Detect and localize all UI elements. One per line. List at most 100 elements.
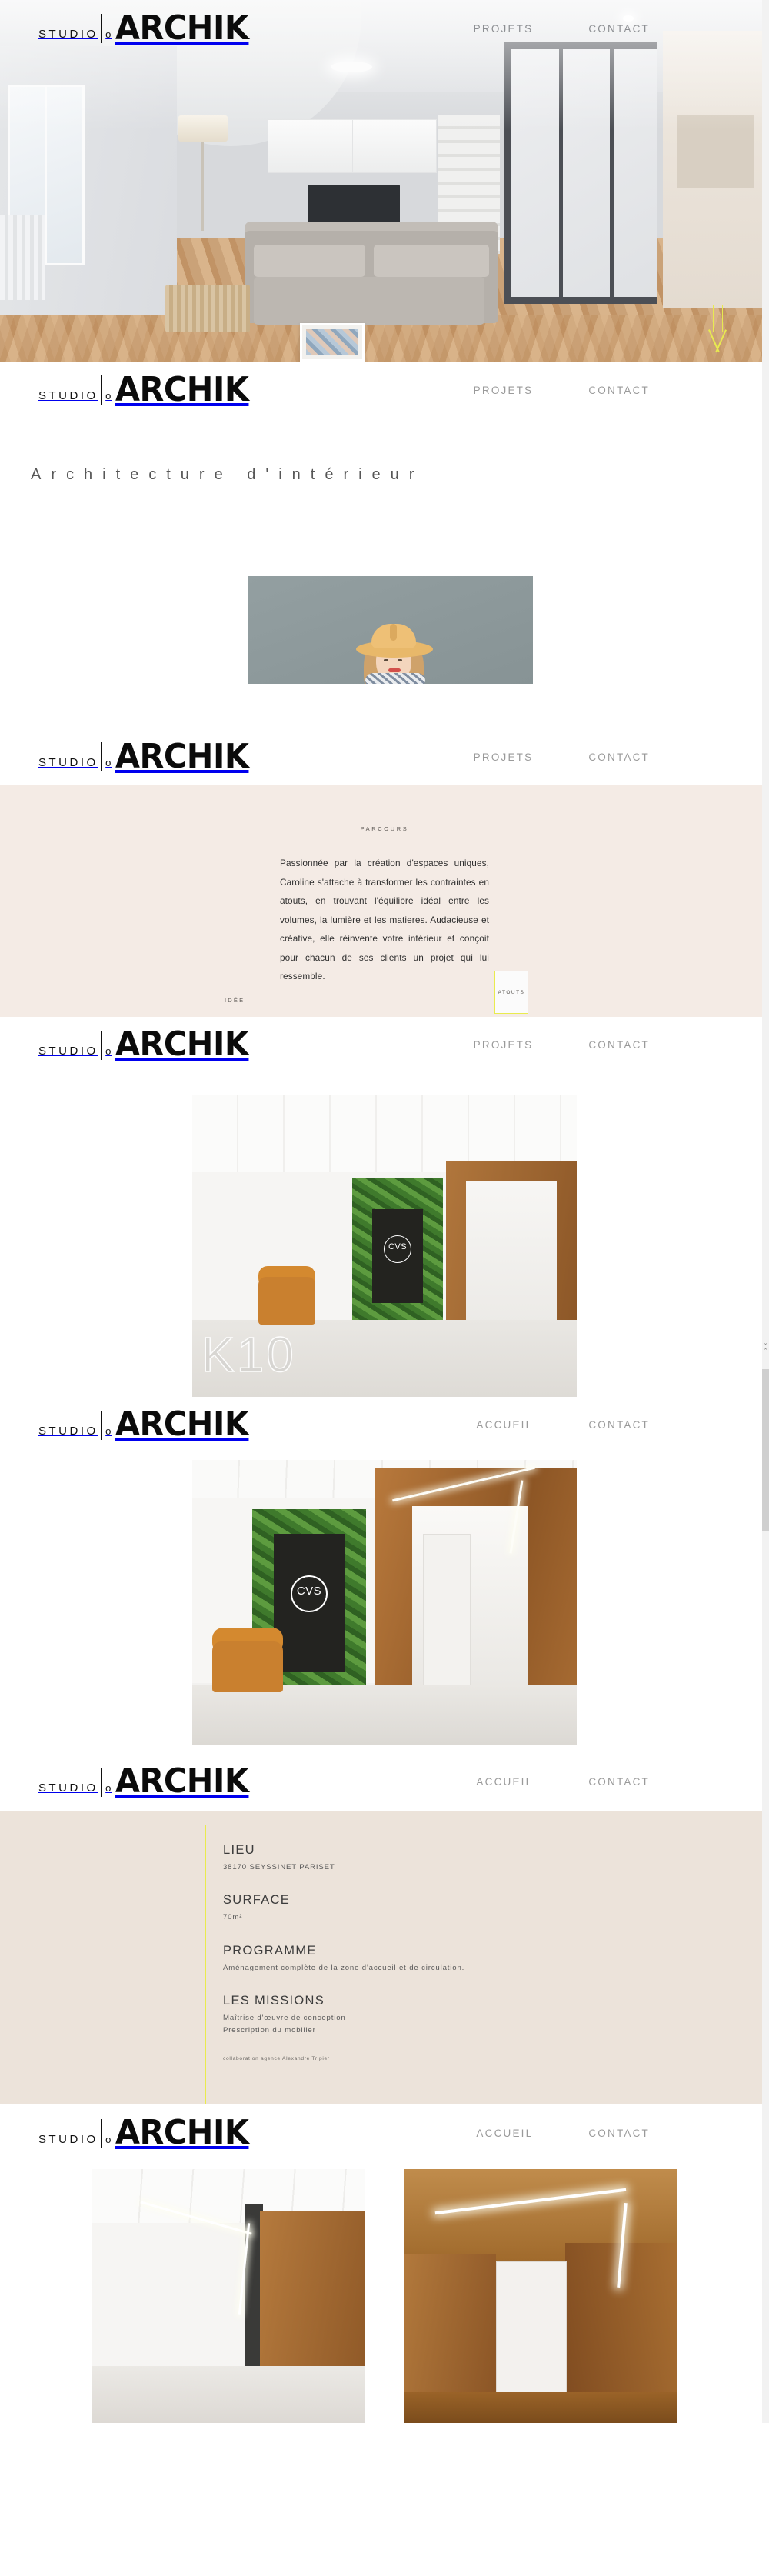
header-hero: STUDIO o ARCHIK PROJETS CONTACT	[0, 0, 769, 57]
logo-word-archik: ARCHIK	[115, 736, 249, 776]
project-photo-reception[interactable]: CVS	[192, 1459, 577, 1745]
about-paragraph: Passionnée par la création d'espaces uni…	[280, 858, 489, 982]
nav-link-accueil[interactable]: ACCUEIL	[476, 1776, 533, 1788]
nav-link-contact[interactable]: CONTACT	[588, 23, 650, 35]
logo-word-archik: ARCHIK	[115, 8, 249, 48]
logo-letter-o: o	[105, 2133, 112, 2145]
logo-divider-bar	[100, 742, 102, 772]
nav-link-contact[interactable]: CONTACT	[588, 2128, 650, 2139]
gallery-photo-corridor-left[interactable]	[92, 2169, 365, 2424]
project-gallery	[0, 2161, 769, 2424]
main-nav: PROJETS CONTACT	[474, 23, 738, 35]
logo-studio-archik[interactable]: STUDIO o ARCHIK	[31, 1761, 258, 1801]
scrollbar-down-arrow-icon[interactable]: ⌄	[762, 1340, 769, 1347]
cvs-logo-text: CVS	[388, 1241, 408, 1251]
nav-link-projets[interactable]: PROJETS	[474, 751, 534, 763]
detail-block-surface: SURFACE 70m²	[223, 1893, 769, 1924]
detail-block-programme: PROGRAMME Aménagement complète de la zon…	[223, 1944, 769, 1974]
detail-heading: LES MISSIONS	[223, 1994, 325, 2008]
logo-letter-o: o	[105, 28, 112, 41]
cvs-logo-text: CVS	[296, 1584, 322, 1598]
detail-block-missions: LES MISSIONS Maîtrise d'œuvre de concept…	[223, 1994, 769, 2036]
detail-value: Aménagement complète de la zone d'accuei…	[223, 1963, 465, 1972]
header-project-hero: STUDIO o ARCHIK PROJETS CONTACT	[0, 1016, 769, 1074]
detail-heading: LIEU	[223, 1842, 255, 1857]
main-nav: PROJETS CONTACT	[474, 751, 738, 763]
logo-letter-o: o	[105, 757, 112, 769]
detail-heading: SURFACE	[223, 1893, 291, 1908]
atouts-badge-label: ATOUTS	[498, 989, 525, 995]
nav-link-contact[interactable]: CONTACT	[588, 385, 650, 396]
logo-studio-archik[interactable]: STUDIO o ARCHIK	[31, 1405, 258, 1445]
header-about: STUDIO o ARCHIK PROJETS CONTACT	[0, 728, 769, 785]
logo-word-archik: ARCHIK	[115, 1761, 249, 1801]
portrait-section	[0, 576, 769, 728]
page-title-architecture: Architecture d'intérieur	[31, 466, 424, 483]
project-image-section: CVS	[0, 1453, 769, 1754]
hero-section: STUDIO o ARCHIK PROJETS CONTACT	[0, 0, 769, 362]
logo-word-archik: ARCHIK	[115, 1025, 249, 1065]
logo-divider-bar	[100, 1768, 102, 1798]
logo-divider-bar	[100, 14, 102, 44]
detail-heading: PROGRAMME	[223, 1943, 317, 1958]
header-gallery: STUDIO o ARCHIK ACCUEIL CONTACT	[0, 2104, 769, 2162]
nav-link-projets[interactable]: PROJETS	[474, 385, 534, 396]
accent-vertical-rule	[205, 1824, 207, 2121]
scrollbar-up-arrow-icon[interactable]: ⌃	[762, 1348, 769, 1355]
nav-link-contact[interactable]: CONTACT	[588, 1039, 650, 1051]
logo-studio-archik[interactable]: STUDIO o ARCHIK	[31, 8, 258, 48]
logo-word-studio: STUDIO	[38, 389, 98, 403]
nav-link-contact[interactable]: CONTACT	[588, 1419, 650, 1431]
logo-letter-o: o	[105, 1425, 112, 1438]
logo-letter-o: o	[105, 390, 112, 402]
logo-studio-archik[interactable]: STUDIO o ARCHIK	[31, 1025, 258, 1065]
atouts-badge[interactable]: ATOUTS	[494, 971, 528, 1014]
project-nav: ACCUEIL CONTACT	[476, 2128, 738, 2139]
header-project-details: STUDIO o ARCHIK ACCUEIL CONTACT	[0, 1753, 769, 1811]
main-nav: PROJETS CONTACT	[474, 385, 738, 396]
logo-studio-archik[interactable]: STUDIO o ARCHIK	[31, 2113, 258, 2153]
detail-value: 70m²	[223, 1913, 243, 1922]
project-details-section: LIEU 38170 SEYSSINET PARISET SURFACE 70m…	[0, 1810, 769, 2121]
nav-link-projets[interactable]: PROJETS	[474, 23, 534, 35]
main-nav: PROJETS CONTACT	[474, 1039, 738, 1051]
nav-link-projets[interactable]: PROJETS	[474, 1039, 534, 1051]
header-project-image: STUDIO o ARCHIK ACCUEIL CONTACT	[0, 1396, 769, 1454]
project-hero-section: CVS K10	[0, 1073, 769, 1397]
intro-section: Architecture d'intérieur	[0, 418, 769, 576]
logo-word-studio: STUDIO	[38, 1045, 98, 1058]
nav-link-contact[interactable]: CONTACT	[588, 1776, 650, 1788]
detail-value: Maîtrise d'œuvre de conception Prescript…	[223, 2014, 346, 2034]
gallery-photo-corridor-right[interactable]	[404, 2169, 677, 2424]
project-credit: collaboration agence Alexandre Tripier	[223, 2056, 330, 2062]
logo-divider-bar	[100, 375, 102, 405]
logo-divider-bar	[100, 2118, 102, 2148]
logo-word-archik: ARCHIK	[115, 2113, 249, 2153]
about-label-idee: IDÉE	[225, 997, 245, 1004]
logo-divider-bar	[100, 1031, 102, 1061]
project-nav: ACCUEIL CONTACT	[476, 1419, 738, 1431]
logo-studio-archik[interactable]: STUDIO o ARCHIK	[31, 736, 258, 776]
vertical-scrollbar[interactable]: ⌃ ⌄	[762, 0, 769, 2424]
nav-link-accueil[interactable]: ACCUEIL	[476, 2128, 533, 2139]
logo-word-studio: STUDIO	[38, 1425, 98, 1438]
header-intro: STUDIO o ARCHIK PROJETS CONTACT	[0, 362, 769, 418]
orange-armchair	[258, 1276, 315, 1325]
logo-word-archik: ARCHIK	[115, 1405, 249, 1445]
logo-word-studio: STUDIO	[38, 2132, 98, 2146]
scrollbar-thumb[interactable]	[762, 1369, 769, 1531]
logo-word-studio: STUDIO	[38, 1781, 98, 1795]
detail-value: 38170 SEYSSINET PARISET	[223, 1862, 335, 1871]
detail-block-lieu: LIEU 38170 SEYSSINET PARISET	[223, 1843, 769, 1874]
orange-armchair	[212, 1641, 283, 1692]
nav-link-accueil[interactable]: ACCUEIL	[476, 1419, 533, 1431]
logo-word-archik: ARCHIK	[115, 369, 249, 409]
scroll-down-arrow-icon[interactable]	[706, 305, 729, 352]
logo-letter-o: o	[105, 1045, 112, 1058]
logo-word-studio: STUDIO	[38, 756, 98, 770]
nav-link-contact[interactable]: CONTACT	[588, 751, 650, 763]
logo-studio-archik[interactable]: STUDIO o ARCHIK	[31, 369, 258, 409]
portrait-photo-caroline	[248, 576, 533, 684]
logo-divider-bar	[100, 1411, 102, 1441]
logo-letter-o: o	[105, 1782, 112, 1795]
